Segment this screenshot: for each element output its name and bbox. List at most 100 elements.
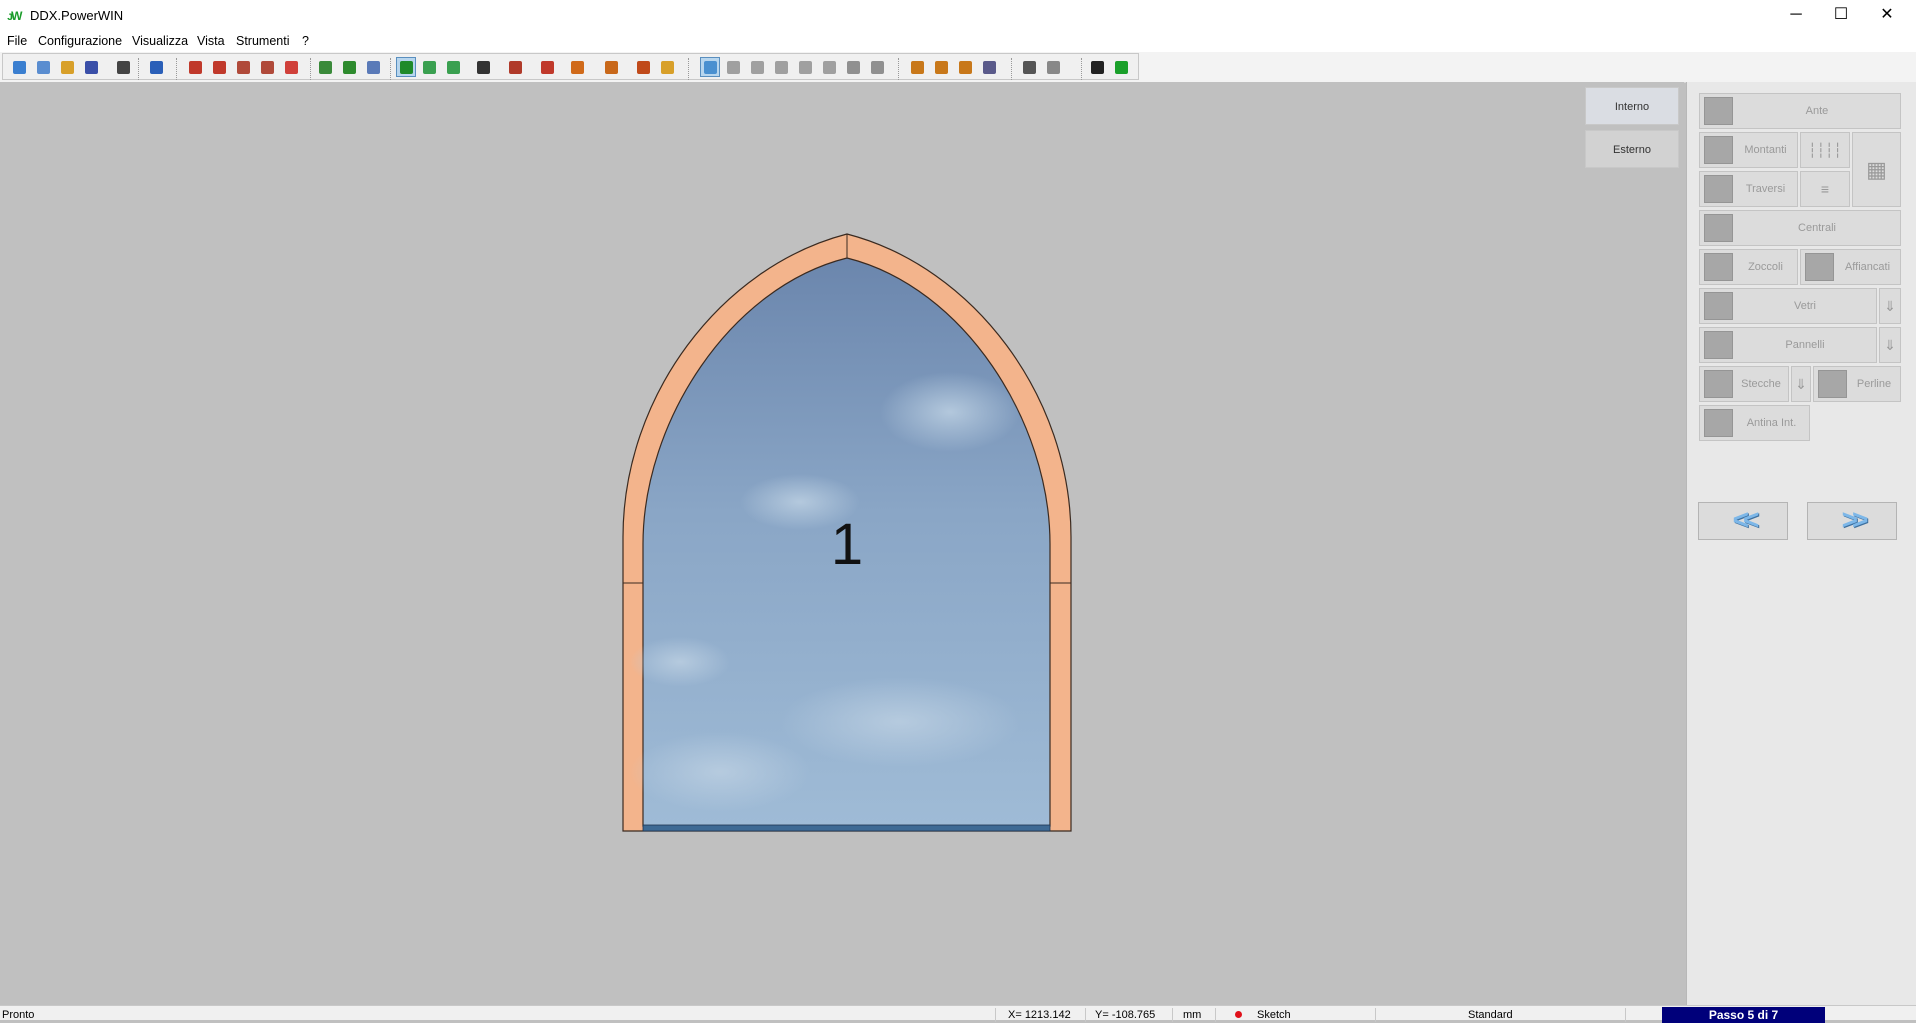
- status-style: Standard: [1468, 1009, 1513, 1021]
- toolbar-separator: [1011, 58, 1012, 80]
- new-icon[interactable]: [10, 58, 28, 76]
- cube-back-icon[interactable]: [796, 58, 814, 76]
- toolbar-separator: [390, 58, 391, 80]
- step-indicator: Passo 5 di 7: [1662, 1007, 1825, 1023]
- cut-list-icon[interactable]: [506, 58, 524, 76]
- pannelli-download-icon[interactable]: ⇓: [1879, 327, 1901, 363]
- vetri-thumb-icon: [1704, 292, 1733, 320]
- status-divider: [995, 1008, 996, 1022]
- view-3d-solid-icon[interactable]: [396, 57, 416, 77]
- envelope-green-icon[interactable]: [1112, 58, 1130, 76]
- status-divider: [1375, 1008, 1376, 1022]
- profile-corner-icon[interactable]: [908, 58, 926, 76]
- sash-number: 1: [831, 512, 863, 577]
- montanti-grid-icon[interactable]: ┆┆┆┆: [1800, 132, 1850, 168]
- cube-bottom-icon[interactable]: [820, 58, 838, 76]
- status-y-coord: Y= -108.765: [1095, 1009, 1156, 1021]
- status-divider: [1215, 1008, 1216, 1022]
- select-icon[interactable]: [316, 58, 334, 76]
- main-toolbar: [0, 52, 1916, 83]
- zoom-icon[interactable]: [186, 58, 204, 76]
- traversi-button[interactable]: Traversi: [1699, 171, 1798, 207]
- close-button[interactable]: ✕: [1864, 0, 1910, 32]
- toolbar-separator: [1081, 58, 1082, 80]
- status-ready: Pronto: [2, 1009, 35, 1021]
- minimize-button[interactable]: ─: [1773, 0, 1819, 32]
- grid-icon[interactable]: [538, 58, 556, 76]
- drawing-canvas[interactable]: 1 Interno Esterno: [0, 82, 1684, 1005]
- stecche-thumb-icon: [1704, 370, 1733, 398]
- globe-icon[interactable]: [58, 58, 76, 76]
- montanti-thumb-icon: [1704, 136, 1733, 164]
- status-divider: [1085, 1008, 1086, 1022]
- perline-button[interactable]: Perline: [1813, 366, 1901, 402]
- stecche-download-icon[interactable]: ⇓: [1791, 366, 1811, 402]
- toolbar-separator: [176, 58, 177, 80]
- menu-strumenti[interactable]: Strumenti: [236, 34, 290, 48]
- title-bar: ᴊW DDX.PowerWIN ─ ☐ ✕: [0, 0, 1916, 32]
- menu-file[interactable]: File: [7, 34, 27, 48]
- profile-double-icon[interactable]: [980, 58, 998, 76]
- measure-icon[interactable]: [340, 58, 358, 76]
- antina-thumb-icon: [1704, 409, 1733, 437]
- report-icon[interactable]: [364, 58, 382, 76]
- square-icon[interactable]: [868, 58, 886, 76]
- view-3d-wire-icon[interactable]: [420, 58, 438, 76]
- profile-frame-icon[interactable]: [956, 58, 974, 76]
- status-divider: [1172, 1008, 1173, 1022]
- cube-iso-icon[interactable]: [844, 58, 862, 76]
- traversi-grid-icon[interactable]: ≡: [1800, 171, 1850, 207]
- cube-right-icon[interactable]: [772, 58, 790, 76]
- pan-hand-icon[interactable]: [282, 58, 300, 76]
- zoom-out-icon[interactable]: [234, 58, 252, 76]
- zoom-window-icon[interactable]: [210, 58, 228, 76]
- antina-int-button[interactable]: Antina Int.: [1699, 405, 1810, 441]
- profile-l-icon[interactable]: [932, 58, 950, 76]
- toolbar-separator: [688, 58, 689, 80]
- image-icon[interactable]: [634, 58, 652, 76]
- centrali-thumb-icon: [1704, 214, 1733, 242]
- vetri-button[interactable]: Vetri: [1699, 288, 1877, 324]
- centrali-button[interactable]: Centrali: [1699, 210, 1901, 246]
- affiancati-button[interactable]: Affiancati: [1800, 249, 1901, 285]
- door-icon[interactable]: [602, 58, 620, 76]
- save-icon[interactable]: [82, 58, 100, 76]
- bomb-icon[interactable]: [474, 58, 492, 76]
- folder-image-icon[interactable]: [658, 58, 676, 76]
- esterno-button[interactable]: Esterno: [1585, 130, 1679, 168]
- undo-arc-icon[interactable]: [1020, 58, 1038, 76]
- zoom-in-icon[interactable]: [258, 58, 276, 76]
- redo-arc-icon[interactable]: [1044, 58, 1062, 76]
- status-bar: Pronto X= 1213.142 Y= -108.765 mm Sketch…: [0, 1005, 1916, 1023]
- mail-icon[interactable]: [114, 58, 132, 76]
- open-icon[interactable]: [34, 58, 52, 76]
- cube-blue-icon[interactable]: [700, 57, 720, 77]
- status-mode: Sketch: [1257, 1009, 1291, 1021]
- menu-help[interactable]: ?: [302, 34, 309, 48]
- maximize-button[interactable]: ☐: [1818, 0, 1864, 32]
- info-icon[interactable]: [147, 58, 165, 76]
- interno-button[interactable]: Interno: [1585, 87, 1679, 125]
- pannelli-button[interactable]: Pannelli: [1699, 327, 1877, 363]
- traversi-thumb-icon: [1704, 175, 1733, 203]
- zoccoli-button[interactable]: Zoccoli: [1699, 249, 1798, 285]
- stecche-button[interactable]: Stecche: [1699, 366, 1789, 402]
- chart-icon[interactable]: [568, 58, 586, 76]
- record-dot-icon: [1235, 1011, 1242, 1018]
- menu-vista[interactable]: Vista: [197, 34, 225, 48]
- grid-full-icon[interactable]: ▦: [1852, 132, 1901, 207]
- cube-left-icon[interactable]: [748, 58, 766, 76]
- ante-thumb-icon: [1704, 97, 1733, 125]
- user-icon[interactable]: [1088, 58, 1106, 76]
- view-3d-front-icon[interactable]: [444, 58, 462, 76]
- ante-button[interactable]: Ante: [1699, 93, 1901, 129]
- back-button[interactable]: <<: [1698, 502, 1788, 540]
- menu-configurazione[interactable]: Configurazione: [38, 34, 122, 48]
- montanti-button[interactable]: Montanti: [1699, 132, 1798, 168]
- window-drawing[interactable]: 1: [0, 82, 1684, 1005]
- menu-visualizza[interactable]: Visualizza: [132, 34, 188, 48]
- double-chevron-right-icon: >>: [1841, 504, 1869, 535]
- forward-button[interactable]: >>: [1807, 502, 1897, 540]
- vetri-download-icon[interactable]: ⇓: [1879, 288, 1901, 324]
- cube-top-icon[interactable]: [724, 58, 742, 76]
